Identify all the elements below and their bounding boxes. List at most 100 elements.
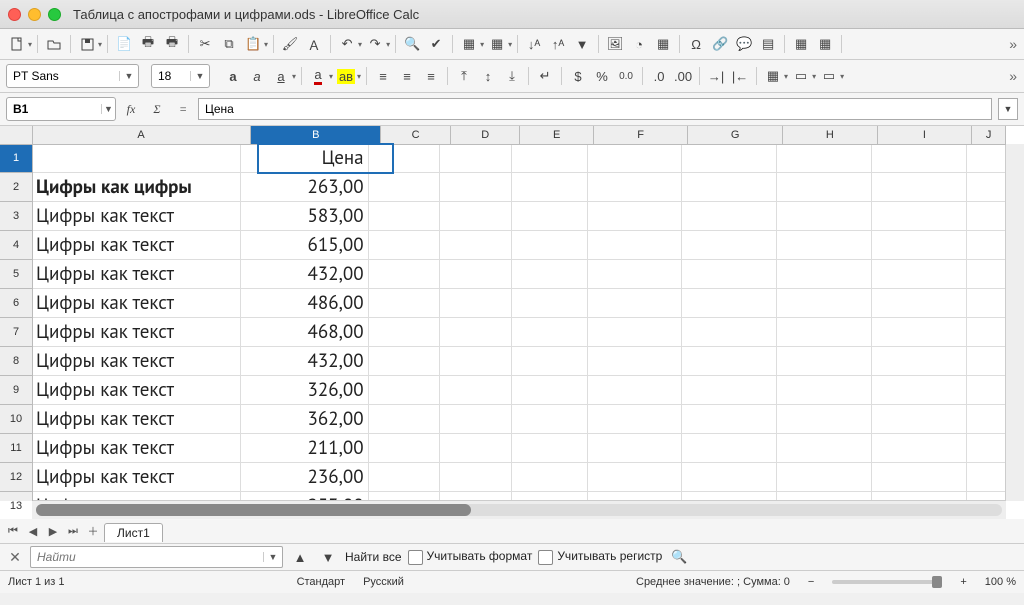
align-center-icon[interactable]: ≡	[396, 65, 418, 87]
align-left-icon[interactable]: ≡	[372, 65, 394, 87]
special-char-icon[interactable]: Ω	[685, 33, 707, 55]
cell[interactable]	[369, 173, 441, 202]
italic-icon[interactable]: a	[246, 65, 268, 87]
cell[interactable]: 236,00	[241, 463, 369, 492]
export-pdf-icon[interactable]: 📄	[113, 33, 135, 55]
font-color-icon[interactable]: a	[307, 65, 329, 87]
copy-icon[interactable]: ⧉	[218, 33, 240, 55]
dropdown-icon[interactable]: ▾	[358, 40, 362, 49]
cell[interactable]	[588, 405, 683, 434]
cell[interactable]	[512, 376, 587, 405]
align-middle-icon[interactable]: ↕	[477, 65, 499, 87]
column-header[interactable]: C	[381, 126, 451, 144]
match-case-checkbox[interactable]: Учитывать регистр	[538, 549, 662, 564]
increase-decimal-icon[interactable]: .00	[672, 65, 694, 87]
cell[interactable]	[967, 318, 1006, 347]
underline-icon[interactable]: a	[270, 65, 292, 87]
cell[interactable]	[369, 347, 441, 376]
row-header[interactable]: 5	[0, 260, 32, 289]
cell[interactable]	[369, 144, 441, 173]
cell[interactable]	[369, 289, 441, 318]
undo-icon[interactable]: ↶	[336, 33, 358, 55]
cell[interactable]	[682, 376, 777, 405]
function-wizard-icon[interactable]: fх	[120, 99, 142, 119]
cell[interactable]	[682, 347, 777, 376]
column-header[interactable]: D	[451, 126, 521, 144]
cell[interactable]: Цифры как текст	[32, 289, 241, 318]
sort-asc-icon[interactable]: ↓ᴬ	[523, 33, 545, 55]
cell[interactable]	[588, 376, 683, 405]
font-name-combo[interactable]: ▼	[6, 64, 139, 88]
cell[interactable]	[967, 347, 1006, 376]
cell[interactable]	[682, 463, 777, 492]
row-header[interactable]: 3	[0, 202, 32, 231]
cell[interactable]	[440, 260, 512, 289]
column-icon[interactable]: ▦	[486, 33, 508, 55]
split-icon[interactable]: ▦	[814, 33, 836, 55]
cell[interactable]: Цифры как текст	[32, 318, 241, 347]
cell[interactable]: Цифры как текст	[32, 405, 241, 434]
percent-icon[interactable]: %	[591, 65, 613, 87]
cell[interactable]	[967, 434, 1006, 463]
row-header[interactable]: 7	[0, 318, 32, 347]
find-field[interactable]: ▼	[30, 546, 283, 568]
cell[interactable]	[588, 463, 683, 492]
bold-icon[interactable]: a	[222, 65, 244, 87]
add-sheet-icon[interactable]: ＋	[84, 522, 102, 540]
spellcheck-icon[interactable]: ✔	[425, 33, 447, 55]
cell[interactable]	[512, 173, 587, 202]
cell[interactable]	[872, 434, 967, 463]
cell[interactable]	[967, 463, 1006, 492]
cell[interactable]	[440, 376, 512, 405]
cell[interactable]: Цифры как текст	[32, 434, 241, 463]
save-icon[interactable]	[76, 33, 98, 55]
sort-desc-icon[interactable]: ↑ᴬ	[547, 33, 569, 55]
cell[interactable]	[777, 318, 872, 347]
cell[interactable]	[777, 144, 872, 173]
cell[interactable]	[512, 463, 587, 492]
row-header[interactable]: 8	[0, 347, 32, 376]
cell[interactable]	[967, 144, 1006, 173]
cell[interactable]	[682, 318, 777, 347]
dropdown-icon[interactable]: ▼	[190, 71, 209, 81]
cell[interactable]	[682, 173, 777, 202]
column-header[interactable]: I	[878, 126, 973, 144]
zoom-slider[interactable]	[832, 580, 942, 584]
cell[interactable]	[682, 260, 777, 289]
dropdown-icon[interactable]: ▾	[508, 40, 512, 49]
redo-icon[interactable]: ↷	[364, 33, 386, 55]
cell[interactable]	[872, 318, 967, 347]
decrease-decimal-icon[interactable]: .0	[648, 65, 670, 87]
cell[interactable]	[512, 434, 587, 463]
cell[interactable]	[967, 231, 1006, 260]
comment-icon[interactable]: 💬	[733, 33, 755, 55]
cell[interactable]: Цифры как цифры	[32, 173, 241, 202]
column-header[interactable]: B	[251, 126, 381, 144]
dropdown-icon[interactable]: ▾	[812, 72, 816, 81]
column-headers[interactable]: ABCDEFGHIJ	[32, 126, 1006, 145]
cell[interactable]	[512, 260, 587, 289]
column-header[interactable]: F	[594, 126, 689, 144]
cell[interactable]	[872, 202, 967, 231]
cell[interactable]	[440, 434, 512, 463]
dropdown-icon[interactable]: ▾	[98, 40, 102, 49]
cell[interactable]	[588, 434, 683, 463]
font-size-combo[interactable]: ▼	[151, 64, 210, 88]
cell[interactable]	[777, 376, 872, 405]
cell[interactable]	[872, 347, 967, 376]
cell[interactable]: Цена	[241, 144, 369, 173]
row-header[interactable]: 1	[0, 144, 32, 173]
cell[interactable]: 615,00	[241, 231, 369, 260]
cut-icon[interactable]: ✂	[194, 33, 216, 55]
cell[interactable]	[682, 144, 777, 173]
highlight-color-icon[interactable]: ав	[335, 65, 357, 87]
font-name-input[interactable]	[7, 69, 119, 83]
chart-icon[interactable]: ◔	[628, 33, 650, 55]
wrap-text-icon[interactable]: ↵	[534, 65, 556, 87]
cell[interactable]: 486,00	[241, 289, 369, 318]
minimize-window-icon[interactable]	[28, 8, 41, 21]
close-find-icon[interactable]: ✕	[6, 548, 24, 566]
cell[interactable]	[967, 260, 1006, 289]
column-header[interactable]: G	[688, 126, 783, 144]
autofilter-icon[interactable]: ▼	[571, 33, 593, 55]
